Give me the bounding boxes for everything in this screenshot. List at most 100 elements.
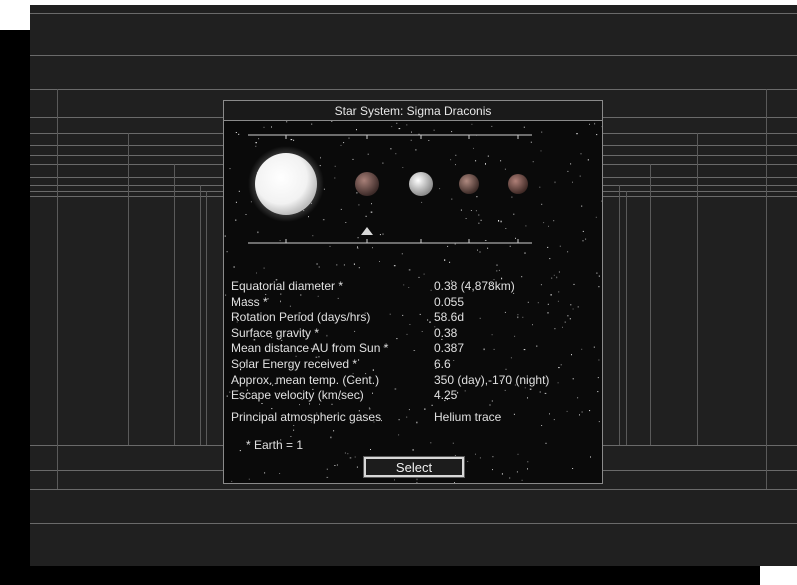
planet-3-icon[interactable] bbox=[459, 174, 479, 194]
star-dot bbox=[496, 264, 498, 266]
star-dot bbox=[226, 395, 228, 397]
star-dot bbox=[517, 453, 519, 455]
star-dot bbox=[263, 267, 265, 269]
frame-line bbox=[766, 89, 767, 489]
star-dot bbox=[558, 271, 560, 273]
star-dot bbox=[318, 266, 320, 268]
star-dot bbox=[590, 456, 591, 458]
stat-row: Equatorial diameter * 0.38 (4,878km) bbox=[231, 279, 601, 295]
stat-label: Surface gravity * bbox=[231, 325, 320, 340]
star-dot bbox=[256, 272, 257, 274]
stat-value: 350 (day),-170 (night) bbox=[434, 372, 550, 387]
star-dot bbox=[393, 265, 396, 267]
frame-line bbox=[30, 489, 797, 490]
star-dot bbox=[379, 261, 380, 262]
star-dot bbox=[549, 258, 551, 260]
star-dot bbox=[412, 449, 414, 451]
dialog-title: Star System: Sigma Draconis bbox=[224, 101, 602, 121]
stat-row: Rotation Period (days/hrs) 58.6d bbox=[231, 310, 601, 326]
star-dot bbox=[501, 473, 503, 475]
star-dot bbox=[467, 461, 469, 462]
star-dot bbox=[354, 456, 356, 458]
frame-line bbox=[30, 89, 797, 90]
star-dot bbox=[326, 476, 329, 478]
frame-line bbox=[174, 164, 175, 445]
star-dot bbox=[248, 478, 250, 480]
star-dot bbox=[479, 457, 481, 459]
star-dot bbox=[454, 455, 456, 457]
stat-row: Principal atmospheric gases Helium trace bbox=[231, 410, 601, 426]
stat-row: Mean distance AU from Sun * 0.387 bbox=[231, 341, 601, 357]
frame-line bbox=[57, 89, 58, 489]
star-dot bbox=[225, 294, 227, 296]
star-dot bbox=[239, 450, 241, 452]
star-dot bbox=[516, 471, 518, 473]
star-system-dialog: Star System: Sigma Draconis Equatorial d… bbox=[223, 100, 603, 484]
star-dot bbox=[349, 457, 352, 459]
star-dot bbox=[316, 263, 318, 265]
star-dot bbox=[521, 276, 523, 278]
star-dot bbox=[353, 263, 355, 265]
star-dot bbox=[430, 442, 432, 444]
star-dot bbox=[545, 442, 547, 444]
frame-line bbox=[650, 164, 651, 445]
star-dot bbox=[330, 436, 332, 439]
star-dot bbox=[572, 468, 574, 469]
star-dot bbox=[492, 469, 493, 471]
stat-value: 0.387 bbox=[434, 341, 465, 356]
star-dot bbox=[264, 472, 266, 474]
stat-value: 58.6d bbox=[434, 310, 465, 325]
star-dot bbox=[343, 264, 345, 266]
frame-line bbox=[619, 185, 620, 445]
planet-2-icon[interactable] bbox=[409, 172, 433, 196]
star-dot bbox=[416, 478, 418, 481]
star-dot bbox=[233, 266, 235, 268]
frame-line bbox=[697, 133, 698, 445]
stat-label: Solar Energy received * bbox=[231, 356, 358, 371]
stat-label: Escape velocity (km/sec) bbox=[231, 388, 364, 403]
star-icon[interactable] bbox=[255, 153, 317, 215]
star-dot bbox=[394, 479, 395, 481]
stat-value: 0.38 bbox=[434, 325, 458, 340]
frame-line bbox=[30, 523, 797, 524]
star-dot bbox=[509, 477, 511, 479]
star-dot bbox=[326, 468, 328, 470]
frame-line bbox=[30, 13, 797, 14]
star-dot bbox=[496, 270, 498, 272]
star-dot bbox=[408, 269, 411, 271]
planet-1-icon[interactable] bbox=[355, 172, 379, 196]
star-dot bbox=[336, 264, 338, 266]
star-dot bbox=[356, 466, 358, 468]
star-dot bbox=[293, 429, 295, 431]
frame-line bbox=[200, 185, 201, 445]
star-dot bbox=[290, 436, 292, 437]
star-dot bbox=[454, 482, 455, 483]
stat-label: Rotation Period (days/hrs) bbox=[231, 310, 371, 325]
planet-4-icon[interactable] bbox=[508, 174, 528, 194]
star-dot bbox=[418, 276, 420, 278]
star-dot bbox=[333, 430, 335, 432]
star-dot bbox=[423, 273, 425, 275]
earth-reference-note: * Earth = 1 bbox=[246, 438, 304, 452]
star-dot bbox=[521, 479, 523, 481]
star-dot bbox=[598, 275, 600, 277]
star-dot bbox=[556, 276, 558, 279]
stat-label: Mean distance AU from Sun * bbox=[231, 341, 389, 356]
star-dot bbox=[231, 480, 233, 482]
stat-value: Helium trace bbox=[434, 409, 502, 424]
select-button[interactable]: Select bbox=[363, 456, 465, 478]
stat-value: 6.6 bbox=[434, 356, 451, 371]
star-dot bbox=[444, 259, 446, 261]
stat-label: Mass * bbox=[231, 294, 268, 309]
stat-value: 4.25 bbox=[434, 388, 458, 403]
frame-line bbox=[128, 133, 129, 445]
frame-line bbox=[30, 55, 797, 56]
star-dot bbox=[416, 482, 418, 483]
frame-line bbox=[206, 191, 207, 445]
stat-label: Approx. mean temp. (Cent.) bbox=[231, 372, 380, 387]
planet-view bbox=[248, 134, 532, 244]
stat-row: Surface gravity * 0.38 bbox=[231, 326, 601, 342]
star-dot bbox=[398, 434, 400, 436]
stat-value: 0.055 bbox=[434, 294, 465, 309]
stat-row: Mass * 0.055 bbox=[231, 295, 601, 311]
